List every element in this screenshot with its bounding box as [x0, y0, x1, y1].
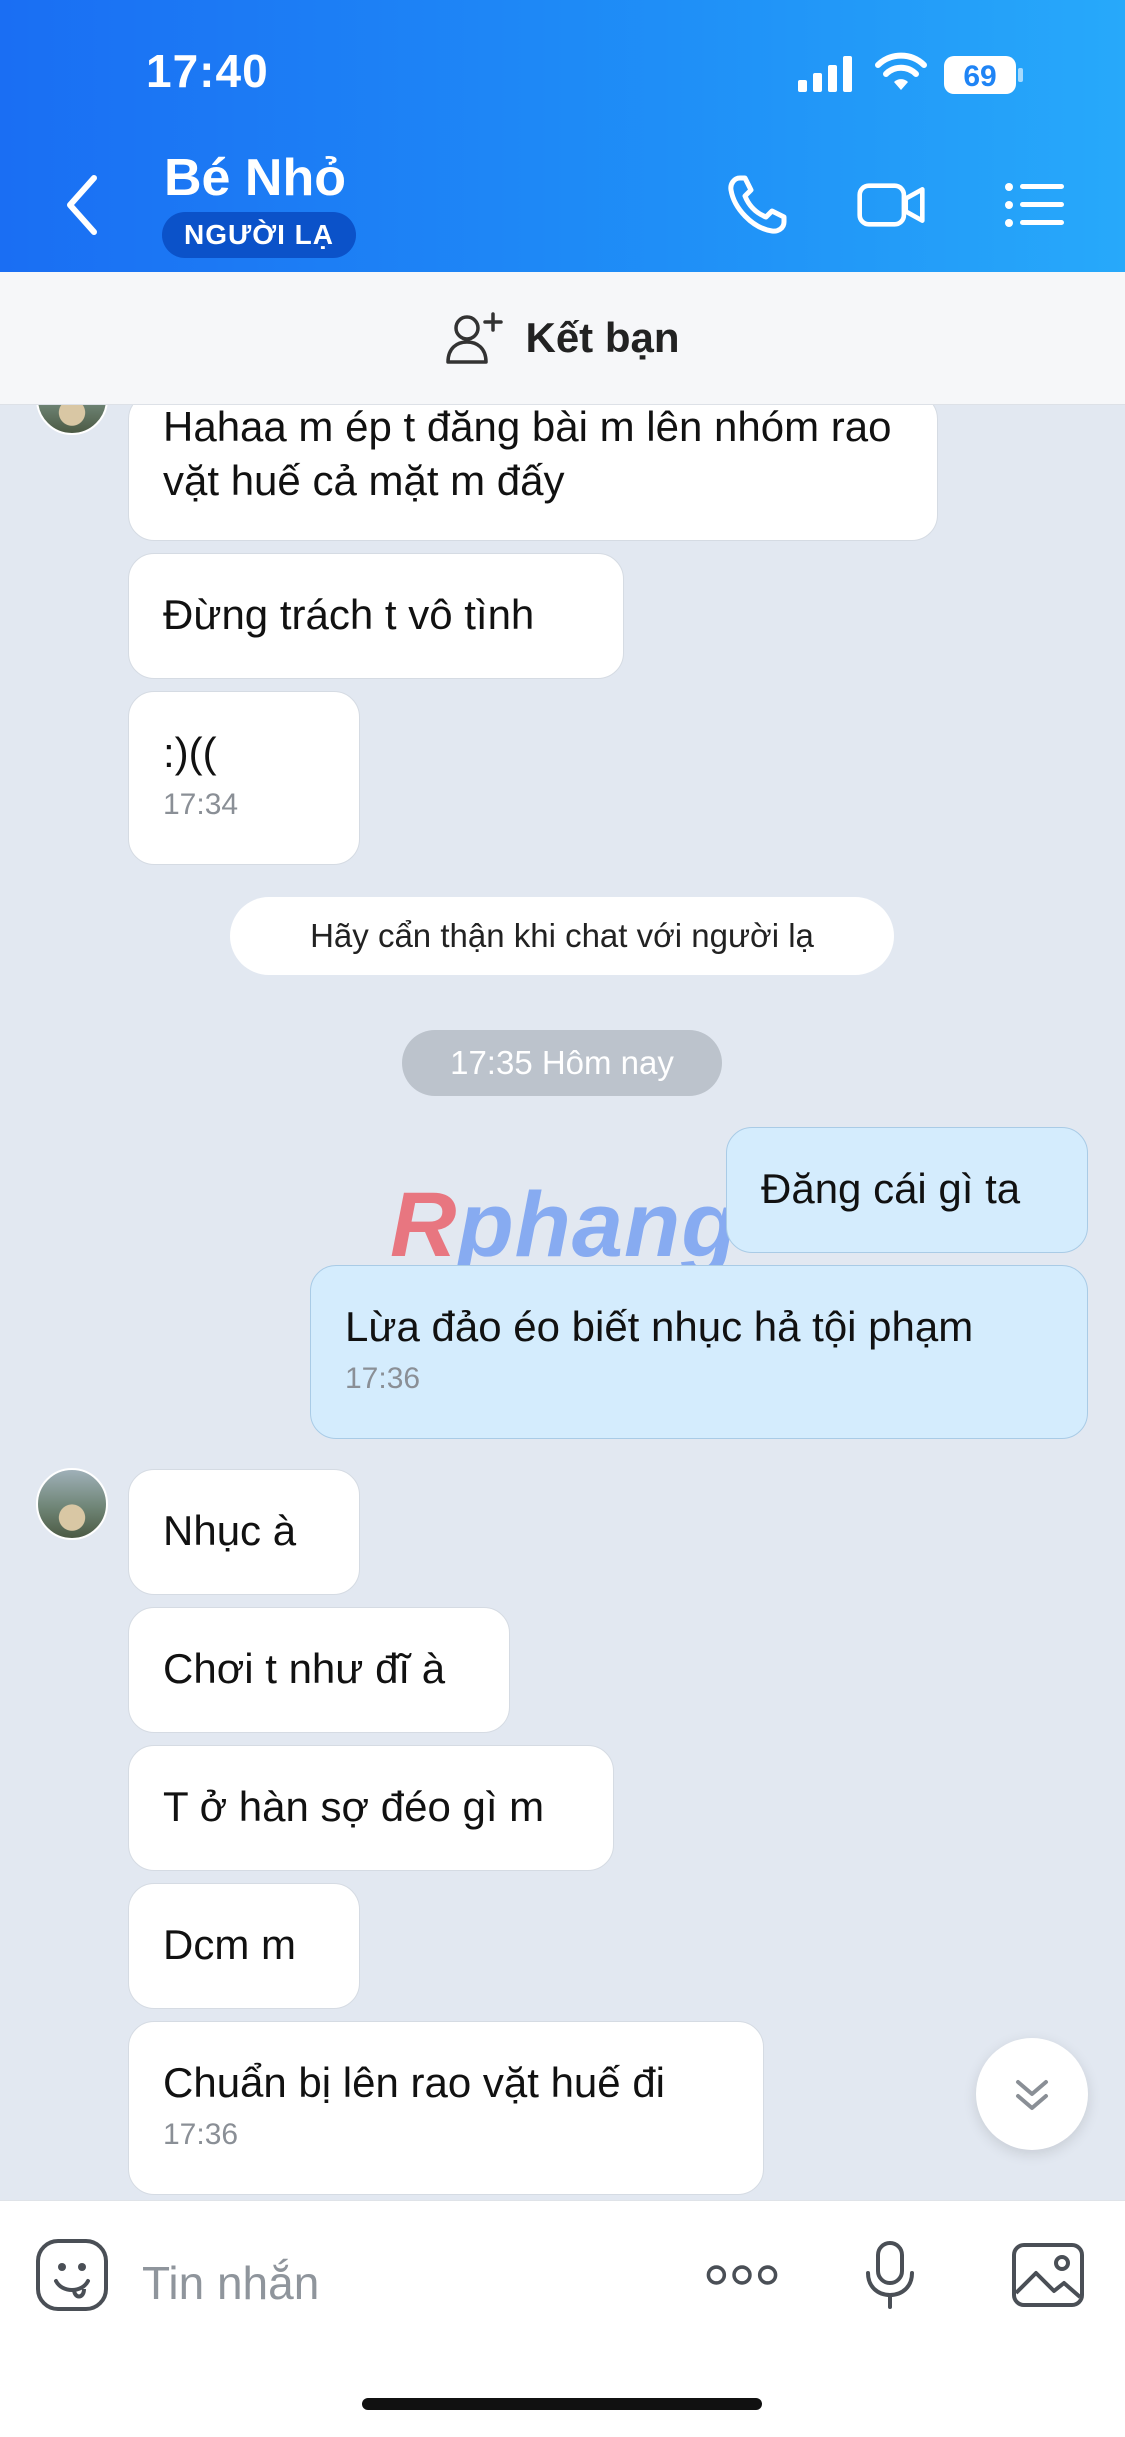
chat-area[interactable]: Hahaa m ép t đăng bài m lên nhóm rao vặt…	[0, 405, 1125, 2200]
message-bubble[interactable]: Đừng trách t vô tình	[128, 553, 624, 679]
watermark: Rphang	[390, 1174, 739, 1276]
contact-name[interactable]: Bé Nhỏ	[164, 148, 346, 208]
add-friend-bar[interactable]: Kết bạn	[0, 272, 1125, 405]
add-friend-label: Kết bạn	[525, 314, 680, 361]
image-icon[interactable]	[1010, 2237, 1086, 2313]
message-bubble[interactable]: Hahaa m ép t đăng bài m lên nhóm rao vặt…	[128, 405, 938, 541]
message-bubble[interactable]: Nhục à	[128, 1469, 360, 1595]
home-indicator[interactable]	[362, 2398, 762, 2410]
battery-icon: 69	[944, 56, 1023, 94]
message-bubble[interactable]: :)(( 17:34	[128, 691, 360, 865]
date-separator: 17:35 Hôm nay	[402, 1030, 722, 1096]
avatar[interactable]	[36, 1468, 108, 1540]
add-friend-icon	[446, 312, 504, 364]
avatar[interactable]	[36, 405, 108, 435]
system-notice: Hãy cẩn thận khi chat với người lạ	[230, 897, 894, 975]
message-input[interactable]	[140, 2237, 664, 2329]
chevron-down-icon	[1016, 2080, 1048, 2110]
more-icon[interactable]	[704, 2237, 780, 2313]
back-icon[interactable]	[60, 170, 104, 240]
message-time: 17:36	[345, 1362, 421, 1395]
mic-icon[interactable]	[852, 2237, 928, 2313]
message-bubble-me[interactable]: Đăng cái gì ta	[726, 1127, 1088, 1253]
battery-level: 69	[963, 60, 996, 93]
chat-header: 17:40 69 Bé Nhỏ NGƯỜI LẠ	[0, 0, 1125, 272]
signal-icon	[798, 56, 852, 92]
message-bubble[interactable]: Chuẩn bị lên rao vặt huế đi 17:36	[128, 2021, 764, 2195]
scroll-down-button[interactable]	[976, 2038, 1088, 2150]
stranger-badge: NGƯỜI LẠ	[162, 212, 356, 258]
message-bubble[interactable]: T ở hàn sợ đéo gì m	[128, 1745, 614, 1871]
wifi-icon	[875, 52, 927, 90]
message-time: 17:34	[163, 788, 239, 821]
phone-icon[interactable]	[722, 170, 792, 240]
message-bubble[interactable]: Dcm m	[128, 1883, 360, 2009]
message-bubble[interactable]: Chơi t như đĩ à	[128, 1607, 510, 1733]
status-time: 17:40	[146, 45, 269, 97]
message-bubble-me[interactable]: Lừa đảo éo biết nhục hả tội phạm 17:36	[310, 1265, 1088, 1439]
video-icon[interactable]	[856, 170, 926, 240]
message-time: 17:36	[163, 2118, 239, 2151]
sticker-icon[interactable]	[34, 2237, 110, 2313]
menu-icon[interactable]	[1000, 170, 1070, 240]
